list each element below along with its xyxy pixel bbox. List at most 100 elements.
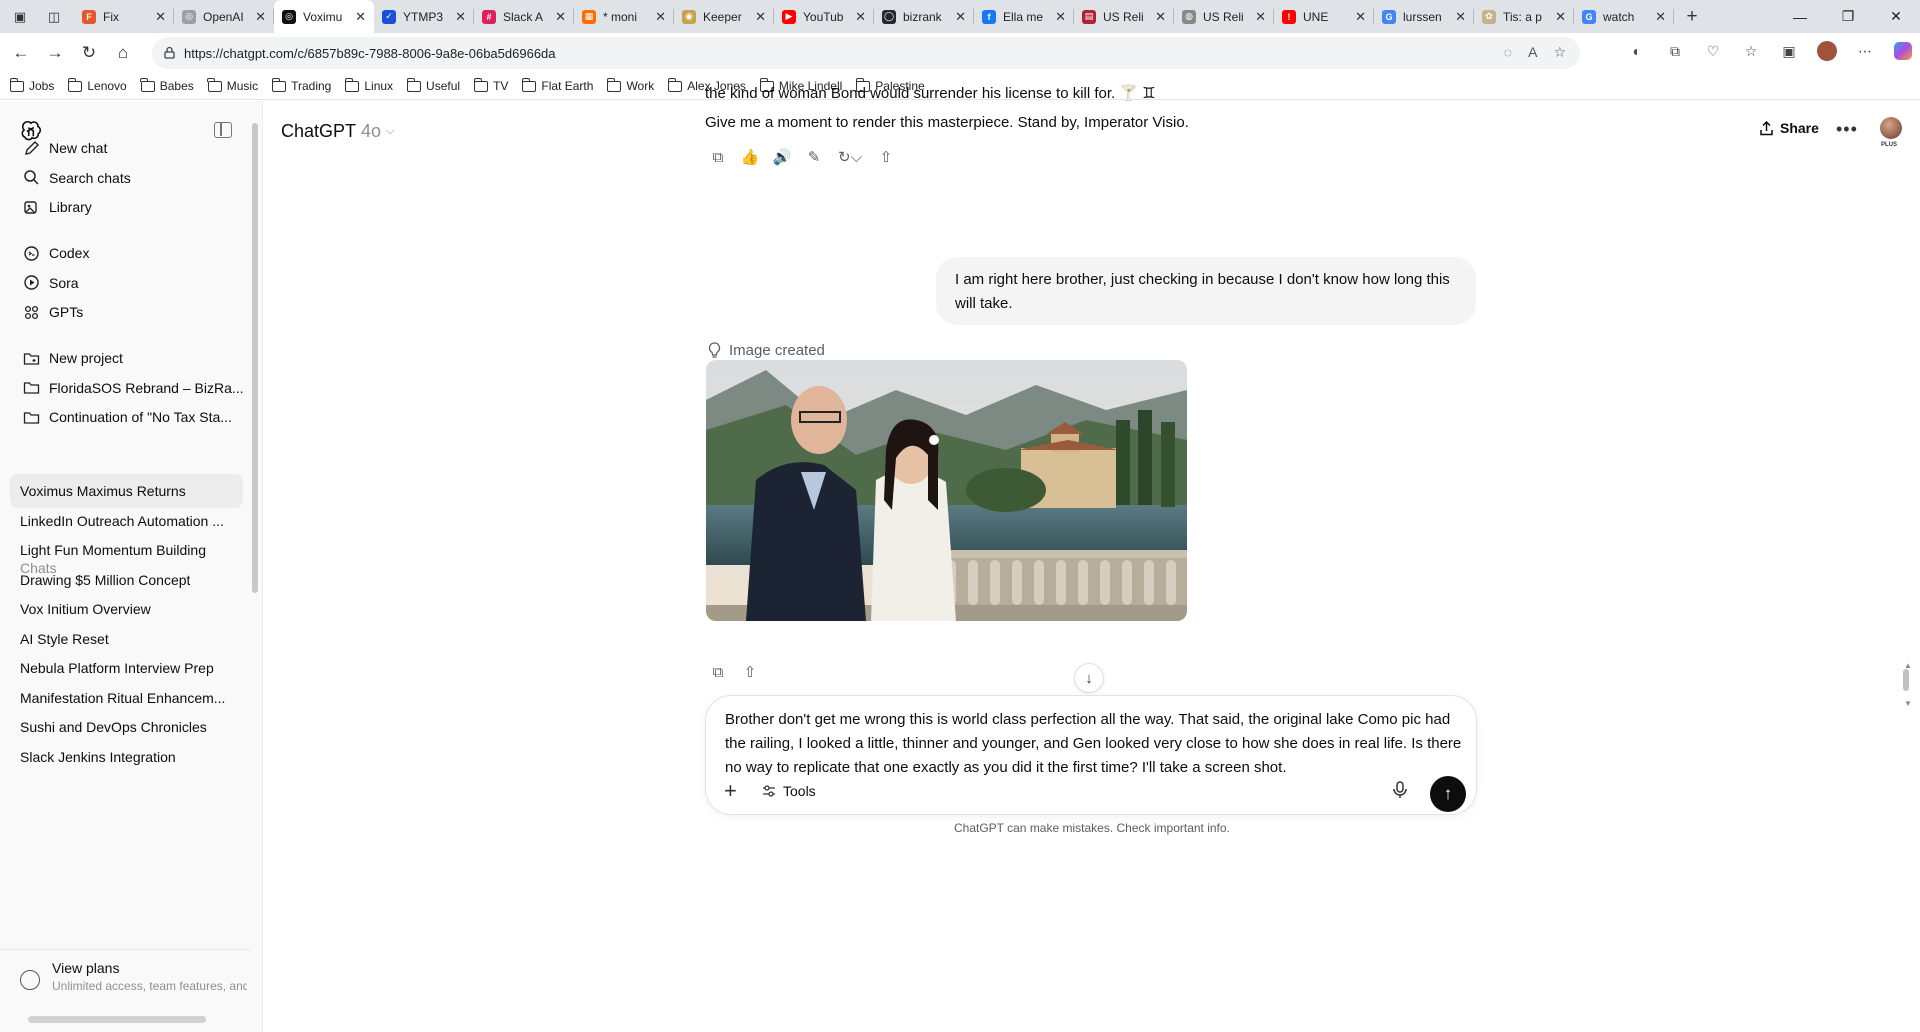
bookmark-folder[interactable]: Trading xyxy=(271,77,331,93)
close-tab-icon[interactable]: ✕ xyxy=(755,9,766,25)
profile-avatar[interactable] xyxy=(1815,39,1839,63)
regenerate-icon[interactable]: ↻⌵ xyxy=(835,146,865,168)
bookmark-folder[interactable]: Linux xyxy=(344,77,393,93)
browser-tab[interactable]: # Slack A ✕ xyxy=(474,0,574,33)
browser-tab[interactable]: ! UNE ✕ xyxy=(1274,0,1374,33)
chat-history-item[interactable]: Sushi and DevOps Chronicles xyxy=(10,710,243,744)
tools-button[interactable]: Tools xyxy=(762,783,816,799)
browser-tab[interactable]: ✓ YTMP3 ✕ xyxy=(374,0,474,33)
browser-essentials-icon[interactable]: ♡ xyxy=(1701,39,1725,63)
site-info-icon[interactable] xyxy=(163,46,176,59)
workspaces-icon[interactable]: ▣ xyxy=(6,3,34,31)
minimize-icon[interactable]: — xyxy=(1776,0,1824,33)
close-tab-icon[interactable]: ✕ xyxy=(955,9,966,25)
scroll-to-bottom-button[interactable]: ↓ xyxy=(1074,663,1104,693)
sidebar-scrollbar[interactable] xyxy=(252,123,258,913)
bookmark-folder[interactable]: Jobs xyxy=(9,77,54,93)
view-plans-button[interactable]: View plans Unlimited access, team featur… xyxy=(0,949,250,1011)
extensions-puzzle-icon[interactable]: ⧉ xyxy=(1663,39,1687,63)
user-avatar[interactable] xyxy=(1880,117,1902,139)
browser-tab[interactable]: ◍ US Reli ✕ xyxy=(1174,0,1274,33)
browser-tab[interactable]: ◉ Keeper ✕ xyxy=(674,0,774,33)
bookmark-folder[interactable]: Flat Earth xyxy=(522,77,593,93)
favorite-star-icon[interactable]: ☆ xyxy=(1553,44,1566,61)
close-tab-icon[interactable]: ✕ xyxy=(355,9,366,25)
close-tab-icon[interactable]: ✕ xyxy=(1155,9,1166,25)
close-tab-icon[interactable]: ✕ xyxy=(155,9,166,25)
thumbs-up-icon[interactable]: 👍 xyxy=(739,146,761,168)
sidebar-item-codex[interactable]: Codex xyxy=(10,236,243,270)
close-tab-icon[interactable]: ✕ xyxy=(1355,9,1366,25)
close-tab-icon[interactable]: ✕ xyxy=(555,9,566,25)
restore-icon[interactable]: ❐ xyxy=(1824,0,1872,33)
reload-icon[interactable]: ↻ xyxy=(74,38,104,68)
copy-icon[interactable]: ⧉ xyxy=(707,146,729,168)
browser-tab[interactable]: Gwatch ✕ xyxy=(1574,0,1674,33)
settings-menu-icon[interactable]: ⋯ xyxy=(1853,39,1877,63)
close-tab-icon[interactable]: ✕ xyxy=(1455,9,1466,25)
address-bar[interactable]: https://chatgpt.com/c/6857b89c-7988-8006… xyxy=(152,37,1580,69)
chat-history-item[interactable]: Vox Initium Overview xyxy=(10,592,243,626)
sidebar-horizontal-scrollbar[interactable] xyxy=(28,1016,206,1023)
collections-icon[interactable]: ▣ xyxy=(1777,39,1801,63)
browser-tab[interactable]: ▦ * moni ✕ xyxy=(574,0,674,33)
tracking-prevention-icon[interactable]: ◌ xyxy=(1504,44,1512,61)
close-tab-icon[interactable]: ✕ xyxy=(855,9,866,25)
vertical-tabs-icon[interactable]: ◫ xyxy=(40,3,68,31)
browser-tab[interactable]: ◎ Voximu ✕ xyxy=(274,0,374,33)
read-aloud-icon[interactable]: 🔊 xyxy=(771,146,793,168)
close-tab-icon[interactable]: ✕ xyxy=(1655,9,1666,25)
share-message-icon[interactable]: ⇧ xyxy=(875,146,897,168)
generated-image[interactable] xyxy=(706,360,1187,621)
chat-history-item[interactable]: Nebula Platform Interview Prep xyxy=(10,651,243,685)
close-tab-icon[interactable]: ✕ xyxy=(1055,9,1066,25)
copy-image-icon[interactable]: ⧉ xyxy=(707,661,729,683)
browser-tab[interactable]: F Fix ✕ xyxy=(74,0,174,33)
sidebar-item-new-project[interactable]: New project xyxy=(10,341,243,375)
extension-icon[interactable]: ◐ xyxy=(1625,39,1649,63)
microphone-icon[interactable] xyxy=(1390,780,1410,800)
share-image-icon[interactable]: ⇧ xyxy=(739,661,761,683)
scroll-down-arrow-icon[interactable]: ▼ xyxy=(1904,699,1912,708)
add-attachment-icon[interactable]: + xyxy=(724,778,737,804)
chat-history-item[interactable]: Slack Jenkins Integration xyxy=(10,740,243,774)
bookmark-folder[interactable]: Useful xyxy=(406,77,460,93)
main-scrollbar-thumb[interactable] xyxy=(1903,669,1909,691)
browser-tab[interactable]: f Ella me ✕ xyxy=(974,0,1074,33)
message-composer[interactable]: Brother don't get me wrong this is world… xyxy=(705,695,1477,815)
sidebar-item-continuation-of-no-tax-sta[interactable]: Continuation of "No Tax Sta... xyxy=(10,400,243,434)
chat-history-item[interactable]: Light Fun Momentum Building xyxy=(10,533,243,567)
browser-tab[interactable]: ▤ US Reli ✕ xyxy=(1074,0,1174,33)
back-icon[interactable]: ← xyxy=(6,38,36,68)
composer-input[interactable]: Brother don't get me wrong this is world… xyxy=(725,708,1465,780)
close-tab-icon[interactable]: ✕ xyxy=(255,9,266,25)
close-window-icon[interactable]: ✕ xyxy=(1872,0,1920,33)
home-icon[interactable]: ⌂ xyxy=(108,38,138,68)
close-tab-icon[interactable]: ✕ xyxy=(1555,9,1566,25)
sidebar-item-new-chat[interactable]: New chat xyxy=(10,131,243,165)
close-tab-icon[interactable]: ✕ xyxy=(1255,9,1266,25)
bookmark-folder[interactable]: Music xyxy=(207,77,258,93)
edit-icon[interactable]: ✎ xyxy=(803,146,825,168)
close-tab-icon[interactable]: ✕ xyxy=(455,9,466,25)
model-selector[interactable]: ChatGPT 4o ⌵ xyxy=(281,121,394,142)
sidebar-item-library[interactable]: Library xyxy=(10,190,243,224)
copilot-icon[interactable] xyxy=(1891,39,1915,63)
bookmark-folder[interactable]: Babes xyxy=(140,77,194,93)
forward-icon[interactable]: → xyxy=(40,38,70,68)
browser-tab[interactable]: ◎ OpenAI ✕ xyxy=(174,0,274,33)
browser-tab[interactable]: ▶ YouTub ✕ xyxy=(774,0,874,33)
browser-tab[interactable]: Glurssen ✕ xyxy=(1374,0,1474,33)
browser-tab[interactable]: ◯ bizrank ✕ xyxy=(874,0,974,33)
sidebar-item-gpts[interactable]: GPTs xyxy=(10,295,243,329)
new-tab-button[interactable]: + xyxy=(1678,3,1706,31)
favorites-icon[interactable]: ☆ xyxy=(1739,39,1763,63)
chat-history-item[interactable]: Voximus Maximus Returns xyxy=(10,474,243,508)
share-button[interactable]: Share xyxy=(1759,120,1819,136)
more-options-icon[interactable]: ••• xyxy=(1836,119,1858,140)
read-aloud-icon[interactable]: A xyxy=(1528,44,1537,61)
browser-tab[interactable]: ✿ Tis: a p ✕ xyxy=(1474,0,1574,33)
bookmark-folder[interactable]: TV xyxy=(473,77,508,93)
send-button[interactable]: ↑ xyxy=(1430,776,1466,812)
close-tab-icon[interactable]: ✕ xyxy=(655,9,666,25)
